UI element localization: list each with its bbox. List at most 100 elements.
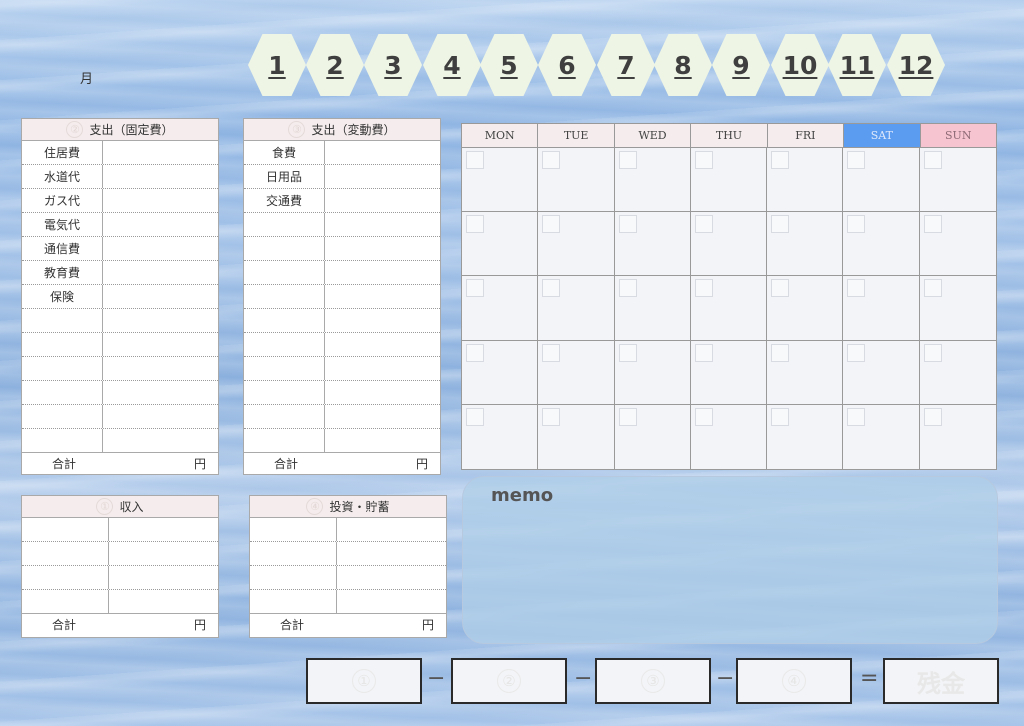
calendar-day-cell[interactable] xyxy=(919,341,996,405)
calendar-day-cell[interactable] xyxy=(462,404,539,469)
amount-cell[interactable] xyxy=(103,237,218,260)
amount-cell[interactable] xyxy=(325,333,440,356)
amount-cell[interactable] xyxy=(325,165,440,188)
item-label[interactable] xyxy=(244,309,325,332)
calendar-day-cell[interactable] xyxy=(538,340,615,405)
item-label[interactable] xyxy=(250,566,337,589)
calendar-day-cell[interactable] xyxy=(462,276,539,341)
item-label[interactable] xyxy=(244,285,325,308)
item-label[interactable]: 日用品 xyxy=(244,165,325,188)
calendar-day-cell[interactable] xyxy=(614,340,691,405)
amount-cell[interactable] xyxy=(103,405,218,428)
calendar-day-cell[interactable] xyxy=(767,212,844,277)
calendar-day-cell[interactable] xyxy=(538,212,615,277)
item-label[interactable] xyxy=(250,518,337,541)
amount-cell[interactable] xyxy=(325,237,440,260)
amount-cell[interactable] xyxy=(103,189,218,212)
item-label[interactable]: 保険 xyxy=(22,285,103,308)
date-box[interactable] xyxy=(771,215,790,234)
item-label[interactable]: 住居費 xyxy=(22,141,103,164)
amount-cell[interactable] xyxy=(325,213,440,236)
amount-cell[interactable] xyxy=(109,518,218,541)
item-label[interactable] xyxy=(244,261,325,284)
item-label[interactable]: 食費 xyxy=(244,141,325,164)
amount-cell[interactable] xyxy=(103,357,218,380)
date-box[interactable] xyxy=(923,343,942,362)
item-label[interactable] xyxy=(250,542,337,565)
date-box[interactable] xyxy=(542,279,561,298)
summary-savings-box[interactable]: ④ xyxy=(736,658,852,704)
amount-cell[interactable] xyxy=(325,261,440,284)
amount-cell[interactable] xyxy=(337,542,446,565)
date-box[interactable] xyxy=(618,343,637,362)
item-label[interactable] xyxy=(22,309,103,332)
amount-cell[interactable] xyxy=(325,309,440,332)
month-tab-2[interactable]: 2 xyxy=(306,34,364,96)
calendar-day-cell[interactable] xyxy=(615,404,691,469)
calendar-day-cell[interactable] xyxy=(919,212,996,277)
date-box[interactable] xyxy=(466,151,484,169)
month-tab-1[interactable]: 1 xyxy=(248,34,306,96)
item-label[interactable]: 水道代 xyxy=(22,165,103,188)
month-tab-10[interactable]: 10 xyxy=(771,34,829,96)
calendar-day-cell[interactable] xyxy=(843,340,920,405)
item-label[interactable]: 交通費 xyxy=(244,189,325,212)
date-box[interactable] xyxy=(694,151,713,169)
month-tab-4[interactable]: 4 xyxy=(423,34,481,96)
date-box[interactable] xyxy=(466,279,484,298)
calendar-day-cell[interactable] xyxy=(690,276,768,341)
item-label[interactable] xyxy=(250,590,337,613)
calendar-day-cell[interactable] xyxy=(919,148,996,213)
item-label[interactable] xyxy=(22,357,103,380)
month-tab-11[interactable]: 11 xyxy=(828,34,886,96)
calendar-day-cell[interactable] xyxy=(843,212,920,277)
date-box[interactable] xyxy=(847,279,866,298)
summary-remaining-box[interactable]: 残金 xyxy=(883,658,999,704)
item-label[interactable] xyxy=(22,429,103,452)
month-tab-12[interactable]: 12 xyxy=(887,34,945,96)
calendar-day-cell[interactable] xyxy=(614,212,691,277)
item-label[interactable] xyxy=(244,333,325,356)
calendar-day-cell[interactable] xyxy=(462,148,539,213)
date-box[interactable] xyxy=(618,151,637,169)
calendar-day-cell[interactable] xyxy=(614,148,691,213)
calendar-day-cell[interactable] xyxy=(690,148,768,213)
calendar-day-cell[interactable] xyxy=(690,212,768,277)
item-label[interactable]: 教育費 xyxy=(22,261,103,284)
amount-cell[interactable] xyxy=(103,213,218,236)
amount-cell[interactable] xyxy=(337,518,446,541)
calendar-day-cell[interactable] xyxy=(538,148,615,213)
item-label[interactable] xyxy=(22,405,103,428)
month-tab-9[interactable]: 9 xyxy=(712,34,770,96)
calendar-day-cell[interactable] xyxy=(767,148,844,213)
item-label[interactable] xyxy=(22,518,109,541)
amount-cell[interactable] xyxy=(325,429,440,452)
date-box[interactable] xyxy=(542,343,561,362)
date-box[interactable] xyxy=(694,343,713,362)
date-box[interactable] xyxy=(847,151,866,169)
month-tab-6[interactable]: 6 xyxy=(538,34,596,96)
date-box[interactable] xyxy=(771,343,790,362)
memo-input[interactable] xyxy=(479,513,981,631)
date-box[interactable] xyxy=(542,215,561,234)
amount-cell[interactable] xyxy=(325,189,440,212)
amount-cell[interactable] xyxy=(325,285,440,308)
calendar-day-cell[interactable] xyxy=(538,276,615,341)
amount-cell[interactable] xyxy=(325,405,440,428)
item-label[interactable] xyxy=(244,213,325,236)
item-label[interactable]: 通信費 xyxy=(22,237,103,260)
calendar-day-cell[interactable] xyxy=(691,404,768,469)
item-label[interactable] xyxy=(22,542,109,565)
date-box[interactable] xyxy=(923,215,942,234)
amount-cell[interactable] xyxy=(103,165,218,188)
date-box[interactable] xyxy=(847,343,866,362)
item-label[interactable] xyxy=(244,357,325,380)
summary-income-box[interactable]: ① xyxy=(306,658,422,704)
calendar-day-cell[interactable] xyxy=(843,148,920,213)
amount-cell[interactable] xyxy=(103,381,218,404)
date-box[interactable] xyxy=(923,407,942,426)
date-box[interactable] xyxy=(923,151,942,169)
amount-cell[interactable] xyxy=(103,429,218,452)
amount-cell[interactable] xyxy=(337,566,446,589)
calendar-day-cell[interactable] xyxy=(919,276,996,341)
